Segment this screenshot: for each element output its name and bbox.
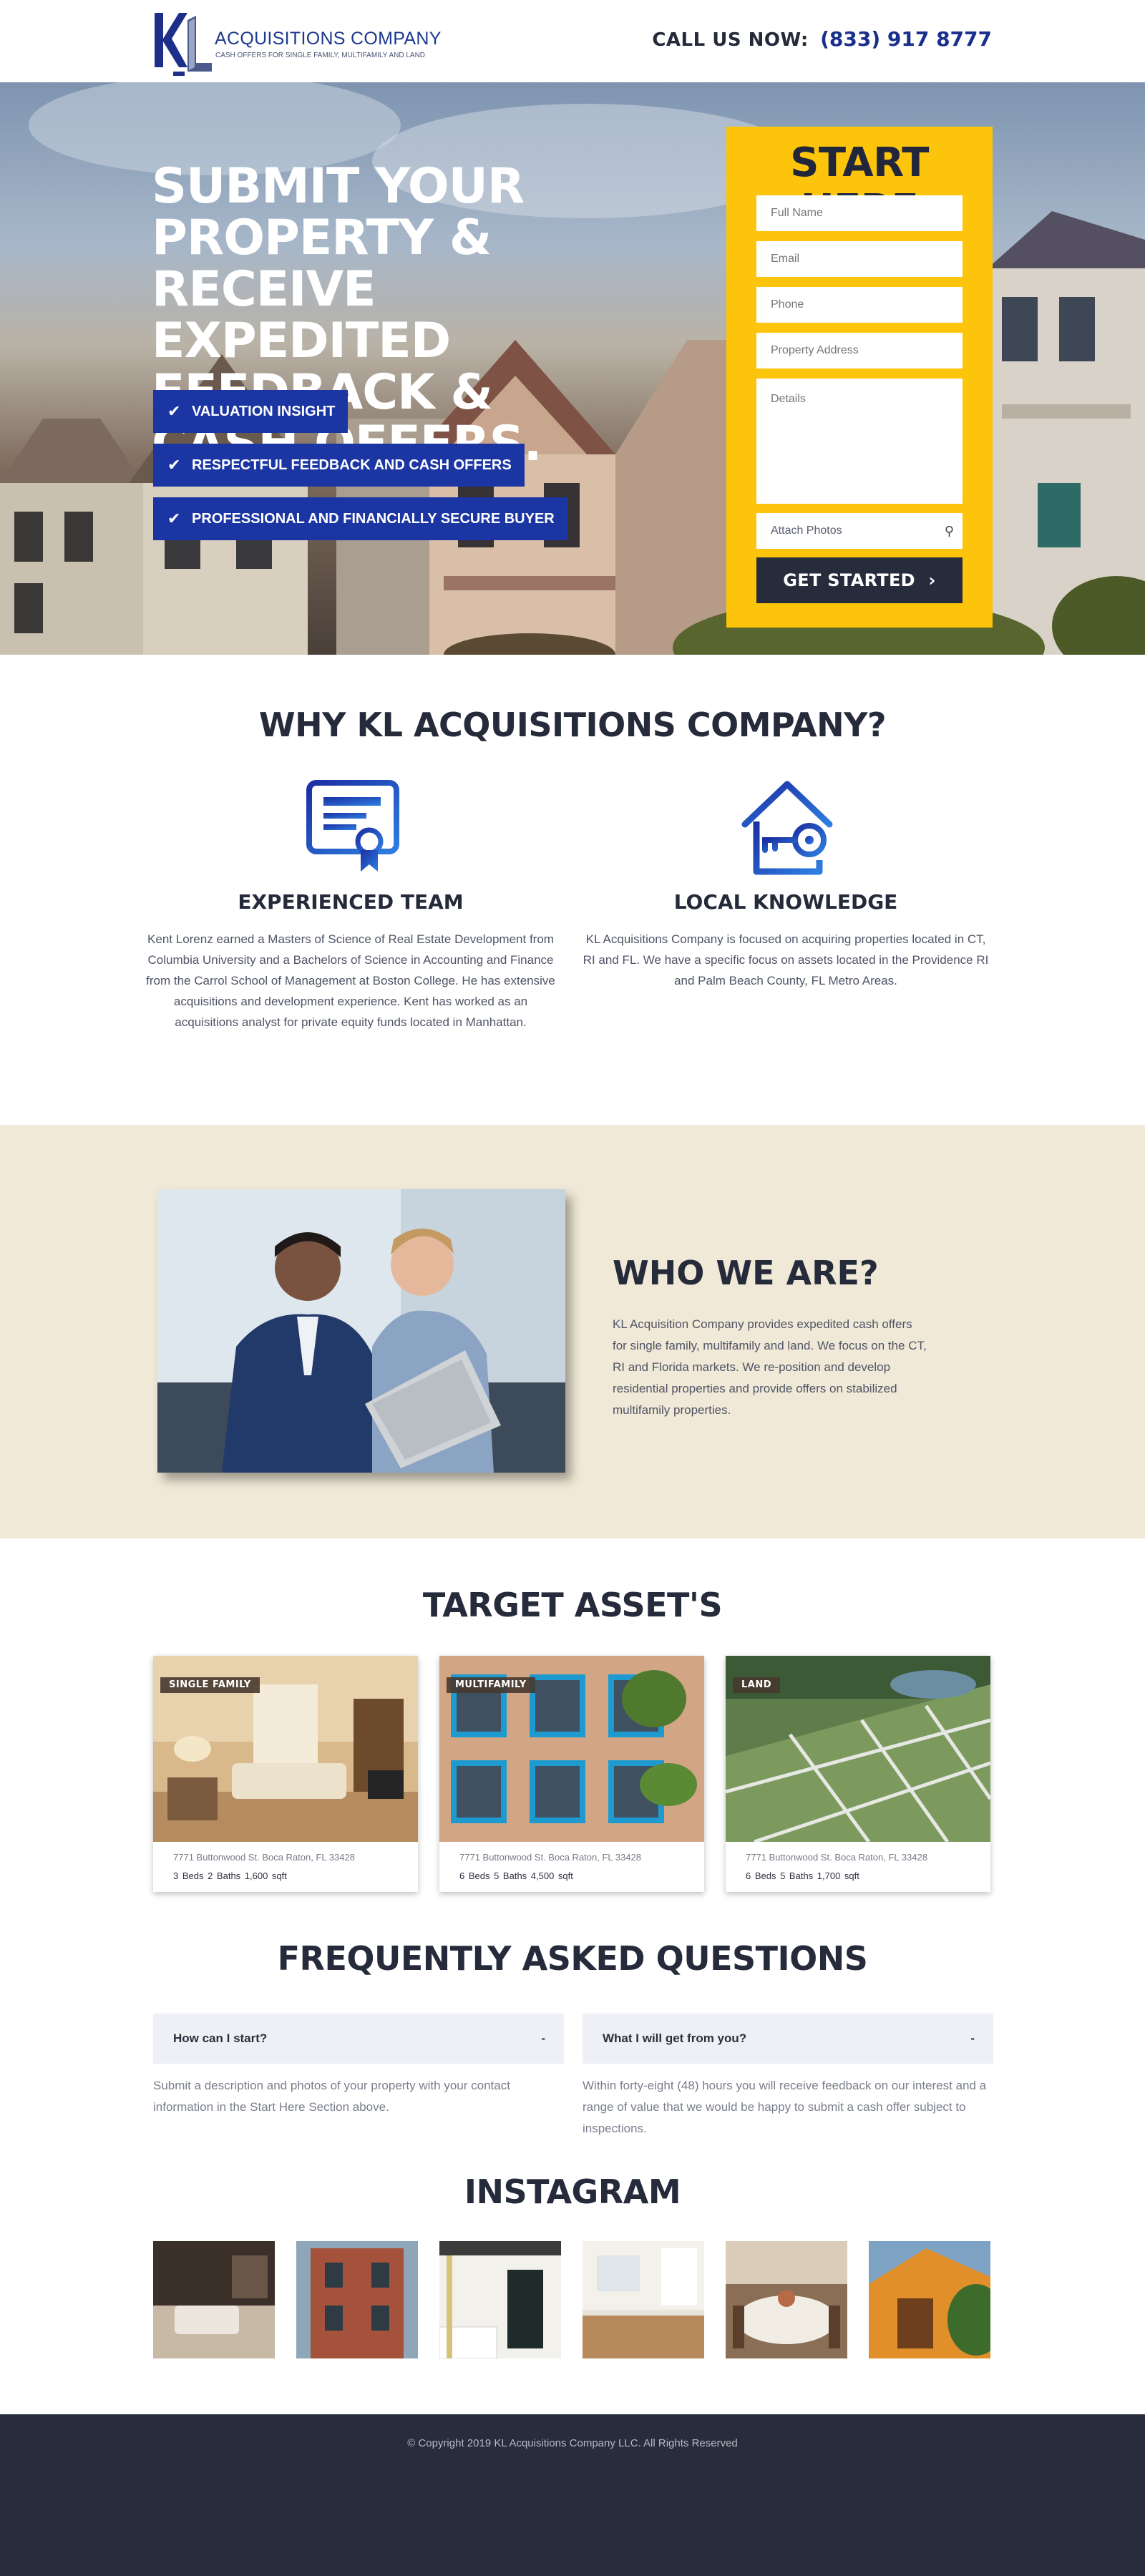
local-knowledge-text: KL Acquisitions Company is focused on ac… <box>583 932 989 987</box>
instagram-photo[interactable] <box>583 2241 704 2358</box>
copyright-text: © Copyright 2019 KL Acquisitions Company… <box>407 2437 738 2449</box>
feature-badge: ✔ RESPECTFUL FEEDBACK AND CASH OFFERS <box>153 444 525 487</box>
asset-address: 7771 Buttonwood St. Boca Raton, FL 33428 <box>459 1852 641 1863</box>
email-input[interactable] <box>756 241 963 277</box>
faq-answer: Within forty-eight (48) hours you will r… <box>583 2079 987 2135</box>
who-we-are-title: WHO WE ARE? <box>613 1254 879 1292</box>
feature-label: PROFESSIONAL AND FINANCIALLY SECURE BUYE… <box>192 511 555 527</box>
kl-logo-mark <box>155 13 212 76</box>
asset-specs: 6 Beds 5 Baths 1,700 sqft <box>746 1870 859 1881</box>
instagram-title: INSTAGRAM <box>464 2172 681 2211</box>
call-us: CALL US NOW: (833) 917 8777 <box>652 27 992 52</box>
feature-label: RESPECTFUL FEEDBACK AND CASH OFFERS <box>192 457 512 473</box>
asset-badge: MULTIFAMILY <box>447 1677 535 1693</box>
property-address-input[interactable] <box>756 333 963 369</box>
instagram-photo[interactable] <box>869 2241 990 2358</box>
collapse-icon: - <box>541 2031 545 2045</box>
instagram-photo[interactable] <box>296 2241 418 2358</box>
target-assets-title: TARGET ASSET'S <box>422 1586 723 1624</box>
collapse-icon: - <box>970 2031 975 2045</box>
faq-question-what-get[interactable]: What I will get from you? - <box>583 2014 993 2064</box>
feature-badge: ✔ VALUATION INSIGHT <box>153 390 349 433</box>
check-icon: ✔ <box>167 456 181 474</box>
asset-card-multifamily[interactable]: MULTIFAMILY 7771 Buttonwood St. Boca Rat… <box>439 1656 704 1892</box>
full-name-input[interactable] <box>756 195 963 231</box>
feature-badge: ✔ PROFESSIONAL AND FINANCIALLY SECURE BU… <box>153 497 567 540</box>
chevron-right-icon: › <box>928 570 936 590</box>
phone-input[interactable] <box>756 287 963 323</box>
attach-label: Attach Photos <box>771 525 842 537</box>
who-we-are-text: KL Acquisition Company provides expedite… <box>613 1317 927 1417</box>
asset-card-single-family[interactable]: SINGLE FAMILY 7771 Buttonwood St. Boca R… <box>153 1656 418 1892</box>
experienced-team-text: Kent Lorenz earned a Masters of Science … <box>146 932 555 1029</box>
call-label: CALL US NOW: <box>652 29 809 51</box>
feature-label: VALUATION INSIGHT <box>192 404 336 419</box>
who-we-are-section: WHO WE ARE? KL Acquisition Company provi… <box>0 1125 1145 1538</box>
company-logo[interactable]: ACQUISITIONS COMPANY CASH OFFERS FOR SIN… <box>152 10 441 76</box>
asset-address: 7771 Buttonwood St. Boca Raton, FL 33428 <box>173 1852 355 1863</box>
instagram-photo[interactable] <box>153 2241 275 2358</box>
details-textarea[interactable] <box>756 379 963 504</box>
site-header: ACQUISITIONS COMPANY CASH OFFERS FOR SIN… <box>0 0 1145 82</box>
instagram-photo[interactable] <box>439 2241 561 2358</box>
team-photo <box>157 1189 565 1473</box>
certificate-icon <box>306 780 399 872</box>
check-icon: ✔ <box>167 402 181 420</box>
asset-address: 7771 Buttonwood St. Boca Raton, FL 33428 <box>746 1852 927 1863</box>
faq-question-how-start[interactable]: How can I start? - <box>153 2014 564 2064</box>
get-started-label: GET STARTED <box>783 570 915 590</box>
faq-title: FREQUENTLY ASKED QUESTIONS <box>277 1939 868 1978</box>
asset-badge: SINGLE FAMILY <box>160 1677 260 1693</box>
house-key-icon <box>741 781 833 875</box>
hero-section: SUBMIT YOUR PROPERTY & RECEIVE EXPEDITED… <box>0 82 1145 655</box>
asset-badge: LAND <box>733 1677 781 1693</box>
attach-photos-field[interactable]: Attach Photos ⚲ <box>756 513 963 549</box>
asset-card-land[interactable]: LAND 7771 Buttonwood St. Boca Raton, FL … <box>726 1656 990 1892</box>
phone-link[interactable]: (833) 917 8777 <box>820 27 992 51</box>
logo-name: ACQUISITIONS COMPANY <box>215 29 442 49</box>
instagram-photo[interactable] <box>726 2241 847 2358</box>
get-started-button[interactable]: GET STARTED › <box>756 557 963 603</box>
experienced-team-title: EXPERIENCED TEAM <box>238 890 464 914</box>
check-icon: ✔ <box>167 509 181 527</box>
asset-specs: 6 Beds 5 Baths 4,500 sqft <box>459 1870 573 1881</box>
site-footer: © Copyright 2019 KL Acquisitions Company… <box>0 2414 1145 2576</box>
faq-question-label: What I will get from you? <box>603 2031 747 2045</box>
logo-tagline: CASH OFFERS FOR SINGLE FAMILY, MULTIFAMI… <box>215 52 426 59</box>
lead-form: START HERE Attach Photos ⚲ GET STARTED › <box>726 127 993 628</box>
paperclip-icon: ⚲ <box>944 524 954 538</box>
local-knowledge-title: LOCAL KNOWLEDGE <box>673 890 898 914</box>
faq-question-label: How can I start? <box>173 2031 268 2045</box>
faq-answer: Submit a description and photos of your … <box>153 2079 510 2114</box>
asset-specs: 3 Beds 2 Baths 1,600 sqft <box>173 1870 287 1881</box>
why-title: WHY KL ACQUISITIONS COMPANY? <box>258 706 887 744</box>
